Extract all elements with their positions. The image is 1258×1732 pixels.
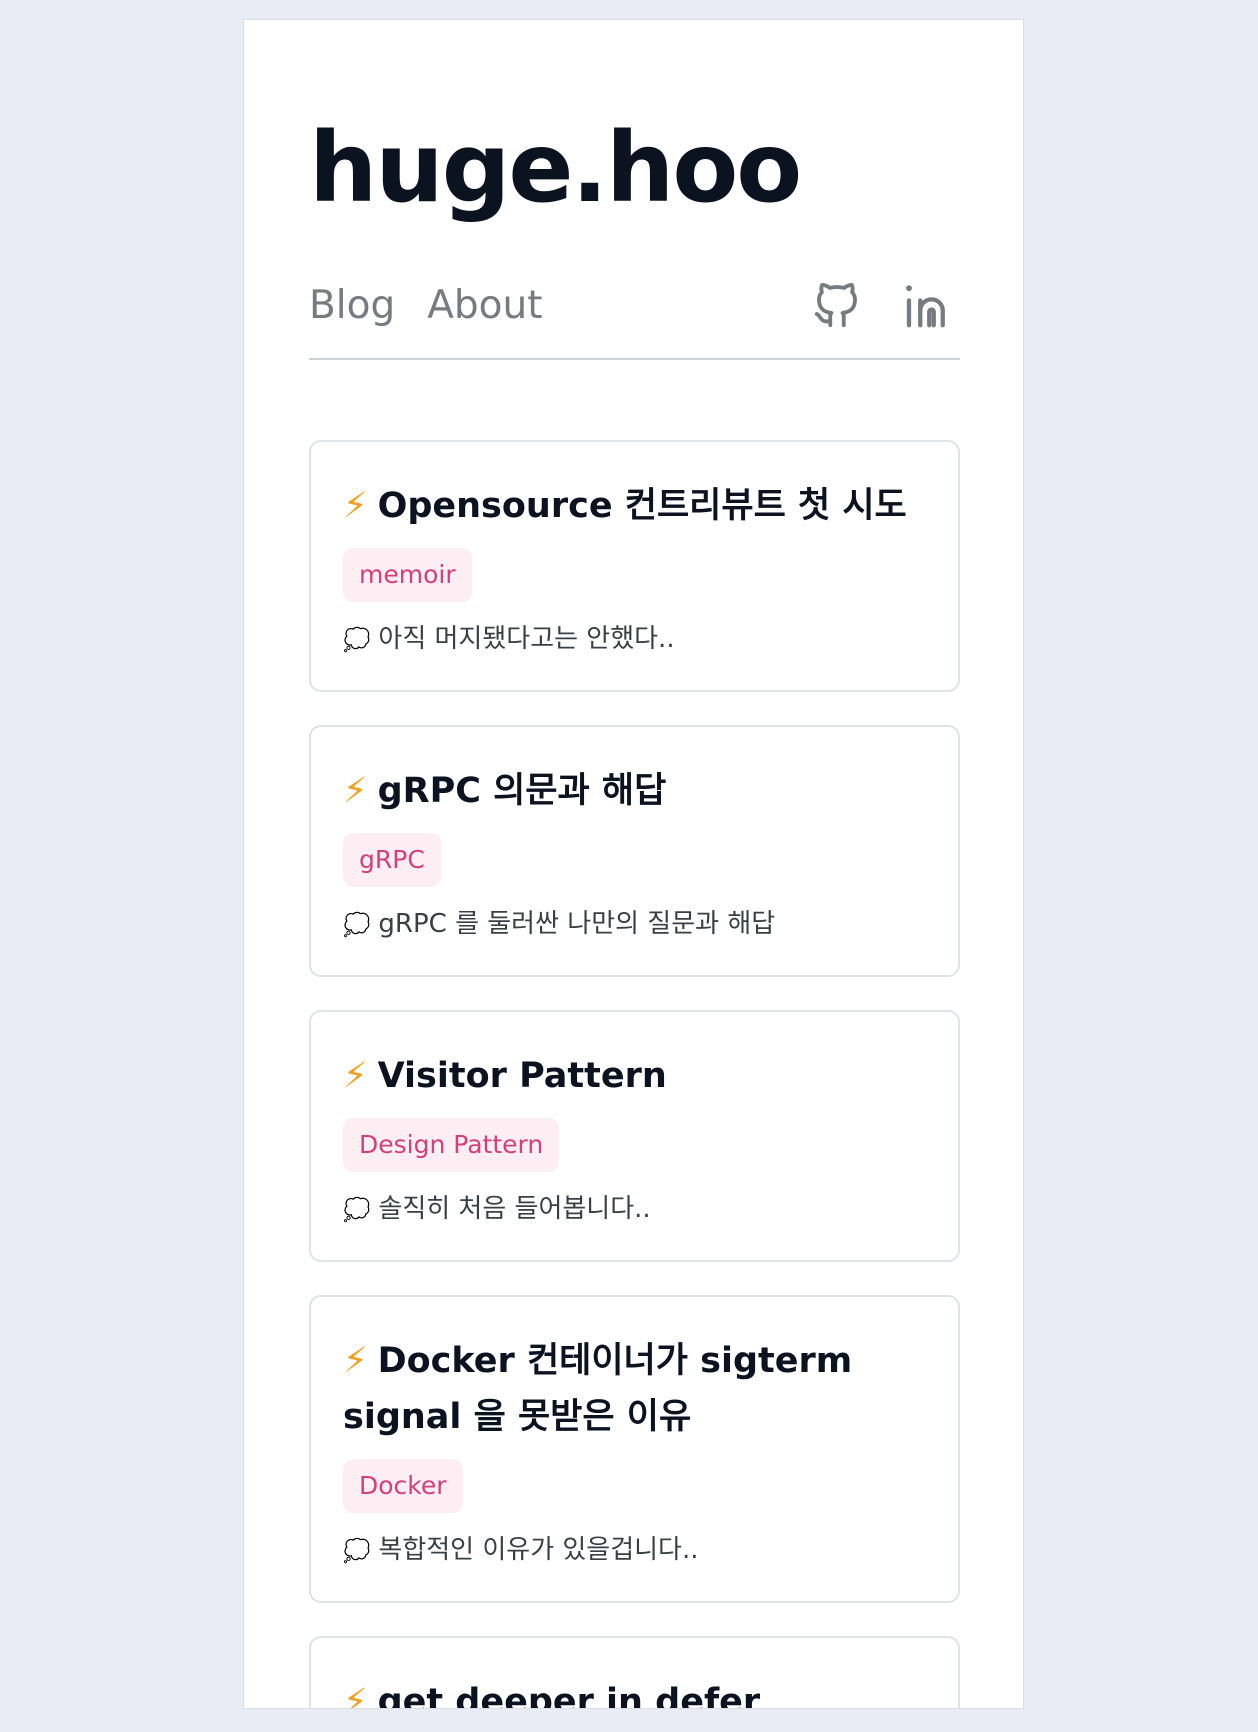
post-description-text: 아직 머지됐다고는 안했다.. — [378, 624, 675, 654]
thought-bubble-icon: 💭 — [343, 1198, 371, 1223]
post-description: 💭 솔직히 처음 들어봅니다.. — [343, 1190, 926, 1230]
github-icon[interactable] — [810, 278, 864, 332]
post-description-text: 솔직히 처음 들어봅니다.. — [378, 1194, 651, 1224]
thought-bubble-icon: 💭 — [343, 913, 371, 938]
post-description-text: gRPC 를 둘러싼 나만의 질문과 해답 — [378, 909, 776, 939]
post-description: 💭 복합적인 이유가 있을겁니다.. — [343, 1531, 926, 1571]
post-title[interactable]: ⚡ get deeper in defer — [343, 1674, 926, 1709]
post-card[interactable]: ⚡ gRPC 의문과 해답 gRPC 💭 gRPC 를 둘러싼 나만의 질문과 해답 — [309, 725, 960, 977]
post-tag[interactable]: Docker — [343, 1459, 463, 1513]
post-card[interactable]: ⚡ Visitor Pattern Design Pattern 💭 솔직히 처음 … — [309, 1010, 960, 1262]
lightning-icon: ⚡ — [343, 1341, 368, 1381]
lightning-icon: ⚡ — [343, 1056, 368, 1096]
post-title-text: gRPC 의문과 해답 — [377, 771, 667, 811]
lightning-icon: ⚡ — [343, 1682, 368, 1709]
nav-link-about[interactable]: About — [427, 282, 542, 330]
nav-link-blog[interactable]: Blog — [309, 282, 395, 330]
post-tag[interactable]: Design Pattern — [343, 1118, 560, 1172]
post-title[interactable]: ⚡ Docker 컨테이너가 sigterm signal 을 못받은 이유 — [343, 1333, 926, 1445]
post-description: 💭 gRPC 를 둘러싼 나만의 질문과 해답 — [343, 905, 926, 945]
post-tag[interactable]: gRPC — [343, 833, 441, 887]
nav-links: Blog About — [309, 282, 543, 330]
post-title[interactable]: ⚡ Opensource 컨트리뷰트 첫 시도 — [343, 478, 926, 534]
post-title[interactable]: ⚡ Visitor Pattern — [343, 1048, 926, 1104]
page-container: huge.hoo Blog About ⚡ Opensource 컨트리뷰트 첫… — [243, 19, 1024, 1709]
post-tag[interactable]: memoir — [343, 548, 472, 602]
thought-bubble-icon: 💭 — [343, 1539, 371, 1564]
post-title-text: get deeper in defer — [377, 1682, 761, 1709]
post-title-text: Docker 컨테이너가 sigterm signal 을 못받은 이유 — [343, 1341, 853, 1437]
post-description-text: 복합적인 이유가 있을겁니다.. — [378, 1535, 699, 1565]
post-title-text: Opensource 컨트리뷰트 첫 시도 — [377, 486, 907, 526]
post-card[interactable]: ⚡ get deeper in defer — [309, 1636, 960, 1709]
post-card[interactable]: ⚡ Docker 컨테이너가 sigterm signal 을 못받은 이유 Do… — [309, 1295, 960, 1603]
post-list: ⚡ Opensource 컨트리뷰트 첫 시도 memoir 💭 아직 머지됐다고는… — [309, 440, 960, 1709]
lightning-icon: ⚡ — [343, 486, 368, 526]
post-description: 💭 아직 머지됐다고는 안했다.. — [343, 620, 926, 660]
lightning-icon: ⚡ — [343, 771, 368, 811]
post-title-text: Visitor Pattern — [377, 1056, 667, 1096]
post-title[interactable]: ⚡ gRPC 의문과 해답 — [343, 763, 926, 819]
site-title[interactable]: huge.hoo — [309, 108, 802, 228]
post-card[interactable]: ⚡ Opensource 컨트리뷰트 첫 시도 memoir 💭 아직 머지됐다고는… — [309, 440, 960, 692]
social-links — [810, 278, 954, 332]
linkedin-icon[interactable] — [900, 278, 954, 332]
main-nav: Blog About — [309, 260, 960, 360]
thought-bubble-icon: 💭 — [343, 628, 371, 653]
